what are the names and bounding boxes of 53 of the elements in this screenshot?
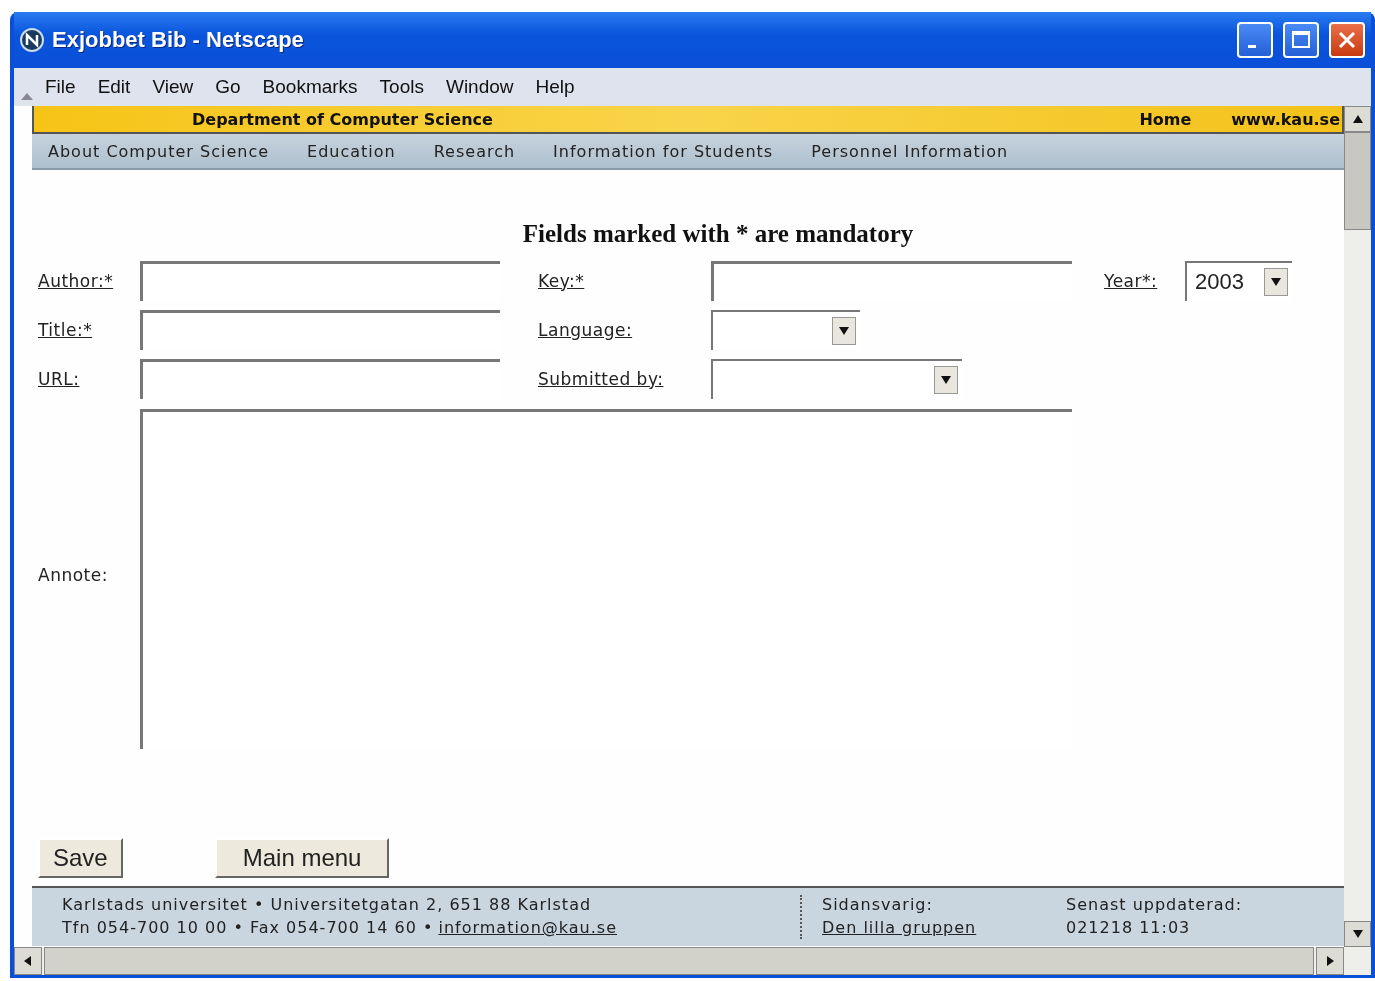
banner-link[interactable]: Home [1139,109,1192,129]
menu-item[interactable]: Edit [86,76,142,98]
scroll-down-icon[interactable] [1351,929,1364,939]
menu-item[interactable]: Help [524,76,586,98]
field-label[interactable]: Title:* [38,319,140,340]
updated-date: 021218 11:03 [1066,918,1192,939]
nav-link[interactable]: Research [433,141,516,161]
scroll-up-icon[interactable] [1351,114,1364,124]
field-label[interactable]: Year*: [1104,270,1185,291]
field-label: Annote: [38,564,108,585]
menu-item[interactable]: Window [434,76,525,98]
menu-item[interactable]: Tools [368,76,435,98]
contact-text: Tfn 054-700 10 00 • Fax 054-700 14 60 • [62,918,434,937]
minimize-button[interactable] [1237,22,1273,58]
field-label[interactable]: URL: [38,368,140,389]
window-title: Exjobbet Bib - Netscape [52,27,305,53]
menu-item[interactable]: Bookmarks [251,76,369,98]
field-label[interactable]: Submitted by: [538,368,711,389]
responsible-link[interactable]: Den lilla gruppen [822,918,1066,939]
dropdown-arrow-icon[interactable] [1270,276,1282,287]
browser-logo-icon [20,28,44,52]
main-menu-button[interactable]: Main menu [214,838,390,878]
scroll-right-icon[interactable] [1324,956,1336,966]
email-link[interactable]: information@kau.se [438,918,617,937]
close-button[interactable] [1329,22,1365,58]
dropdown-arrow-icon[interactable] [838,325,850,336]
nav-link[interactable]: Education [307,141,396,161]
menu-item[interactable]: Go [204,76,252,98]
nav-link[interactable]: Personnel Information [811,141,1009,161]
updated-label: Senast uppdaterad: [1066,895,1244,916]
field-label[interactable]: Language: [538,319,711,340]
save-button[interactable]: Save [38,838,123,878]
field-label[interactable]: Author:* [38,270,140,291]
minimize-icon [1248,44,1256,48]
department-title: Department of Computer Science [192,109,494,129]
dropdown[interactable]: 2003 [1185,260,1292,301]
maximize-icon [1291,30,1311,50]
menu-item[interactable]: View [141,76,205,98]
scroll-thumb[interactable] [1344,132,1371,230]
collapse-toolbar-icon[interactable] [20,91,34,101]
field-label[interactable]: Key:* [538,270,711,291]
responsible-label: Sidansvarig: [822,895,934,916]
banner-link[interactable]: www.kau.se [1231,109,1340,129]
vertical-scrollbar[interactable] [1344,106,1371,947]
maximize-button[interactable] [1283,22,1319,58]
nav-link[interactable]: Information for Students [553,141,774,161]
address-text: Karlstads universitet • Universitetgatan 2, 651 88 Karlstad [62,895,593,916]
nav-link[interactable]: About Computer Science [48,141,270,161]
form-heading: Fields marked with * are mandatory [521,220,915,248]
dropdown-arrow-icon[interactable] [940,374,952,385]
close-icon [1337,30,1357,50]
menu-item[interactable]: File [34,76,87,98]
scroll-left-icon[interactable] [22,956,34,966]
